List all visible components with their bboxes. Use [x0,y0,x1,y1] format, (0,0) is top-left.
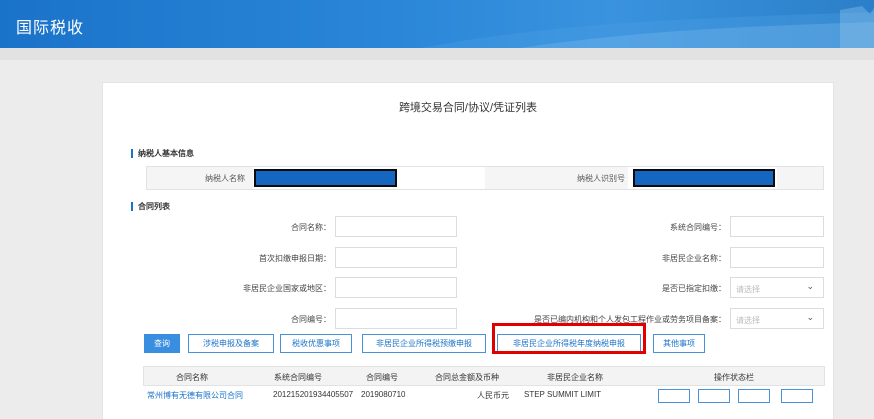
column-header: 合同编号 [366,373,398,382]
page-title: 跨境交易合同/协议/凭证列表 [398,102,538,114]
row-system-contract-no: 201215201934405507 [273,390,354,399]
column-header: 操作状态栏 [714,373,754,382]
taxpayer-section-title: 纳税人基本信息 [131,149,194,158]
first-withholding-date-input[interactable] [335,247,457,268]
table-header: 合同名称 系统合同编号 合同编号 合同总金额及币种 非居民企业名称 操作状态栏 [143,366,825,386]
prepayment-filing-button[interactable]: 非居民企业所得税预缴申报 [362,334,486,353]
annual-filing-highlight-box [492,323,646,354]
filed-project-select[interactable]: 请选择 ⌄ [730,308,824,329]
header-shadow-strip [0,48,874,60]
row-action-button[interactable] [698,389,730,403]
header-wave-decoration [420,6,874,48]
column-header: 系统合同编号 [274,373,322,382]
chevron-down-icon: ⌄ [806,281,814,291]
taxpayer-info-row: 纳税人名称 纳税人识别号 [146,166,824,190]
taxpayer-name-redacted [254,169,397,187]
system-contract-no-label: 系统合同编号： [670,223,726,232]
row-action-button[interactable] [658,389,690,403]
column-header: 合同名称 [176,373,208,382]
header-bar: 国际税收 [0,0,874,48]
chevron-down-icon: ⌄ [806,312,814,322]
nonresident-country-input[interactable] [335,277,457,298]
designated-withholding-placeholder: 请选择 [736,285,760,294]
designated-withholding-label: 是否已指定扣缴： [662,284,726,293]
query-button[interactable]: 查询 [144,334,180,353]
system-contract-no-input[interactable] [730,216,824,237]
row-nonresident-name: STEP SUMMIT LIMIT [524,390,602,399]
taxpayer-name-label: 纳税人名称 [205,174,245,183]
contract-no-label: 合同编号： [291,315,331,324]
contract-no-input[interactable] [335,308,457,329]
contract-name-label: 合同名称： [291,223,331,232]
taxpayer-id-label: 纳税人识别号 [577,174,625,183]
contract-section-title: 合同列表 [131,202,170,211]
designated-withholding-select[interactable]: 请选择 ⌄ [730,277,824,298]
column-header: 合同总金额及币种 [435,373,499,382]
main-panel: 跨境交易合同/协议/凭证列表 纳税人基本信息 纳税人名称 纳税人识别号 合同列表… [102,82,834,419]
nonresident-country-label: 非居民企业国家或地区： [243,284,331,293]
taxpayer-id-redacted [633,169,775,187]
tax-incentives-button[interactable]: 税收优惠事项 [280,334,352,353]
row-contract-no: 2019080710 [361,390,406,399]
contract-name-input[interactable] [335,216,457,237]
row-amount-currency: 人民币元 [477,391,509,400]
filed-project-placeholder: 请选择 [736,316,760,325]
other-items-button[interactable]: 其他事项 [653,334,705,353]
first-withholding-date-label: 首次扣缴申报日期： [259,254,331,263]
row-action-button[interactable] [738,389,770,403]
app-title: 国际税收 [16,20,85,37]
row-contract-name[interactable]: 常州博有无德有限公司合同 [147,390,243,401]
tax-filing-button[interactable]: 涉税申报及备案 [188,334,274,353]
nonresident-name-input[interactable] [730,247,824,268]
row-action-button[interactable] [781,389,813,403]
table-row[interactable]: 常州博有无德有限公司合同 201215201934405507 20190807… [143,386,825,406]
taxpayer-trailing-cell [777,167,823,189]
nonresident-name-label: 非居民企业名称： [662,254,726,263]
column-header: 非居民企业名称 [547,373,603,382]
